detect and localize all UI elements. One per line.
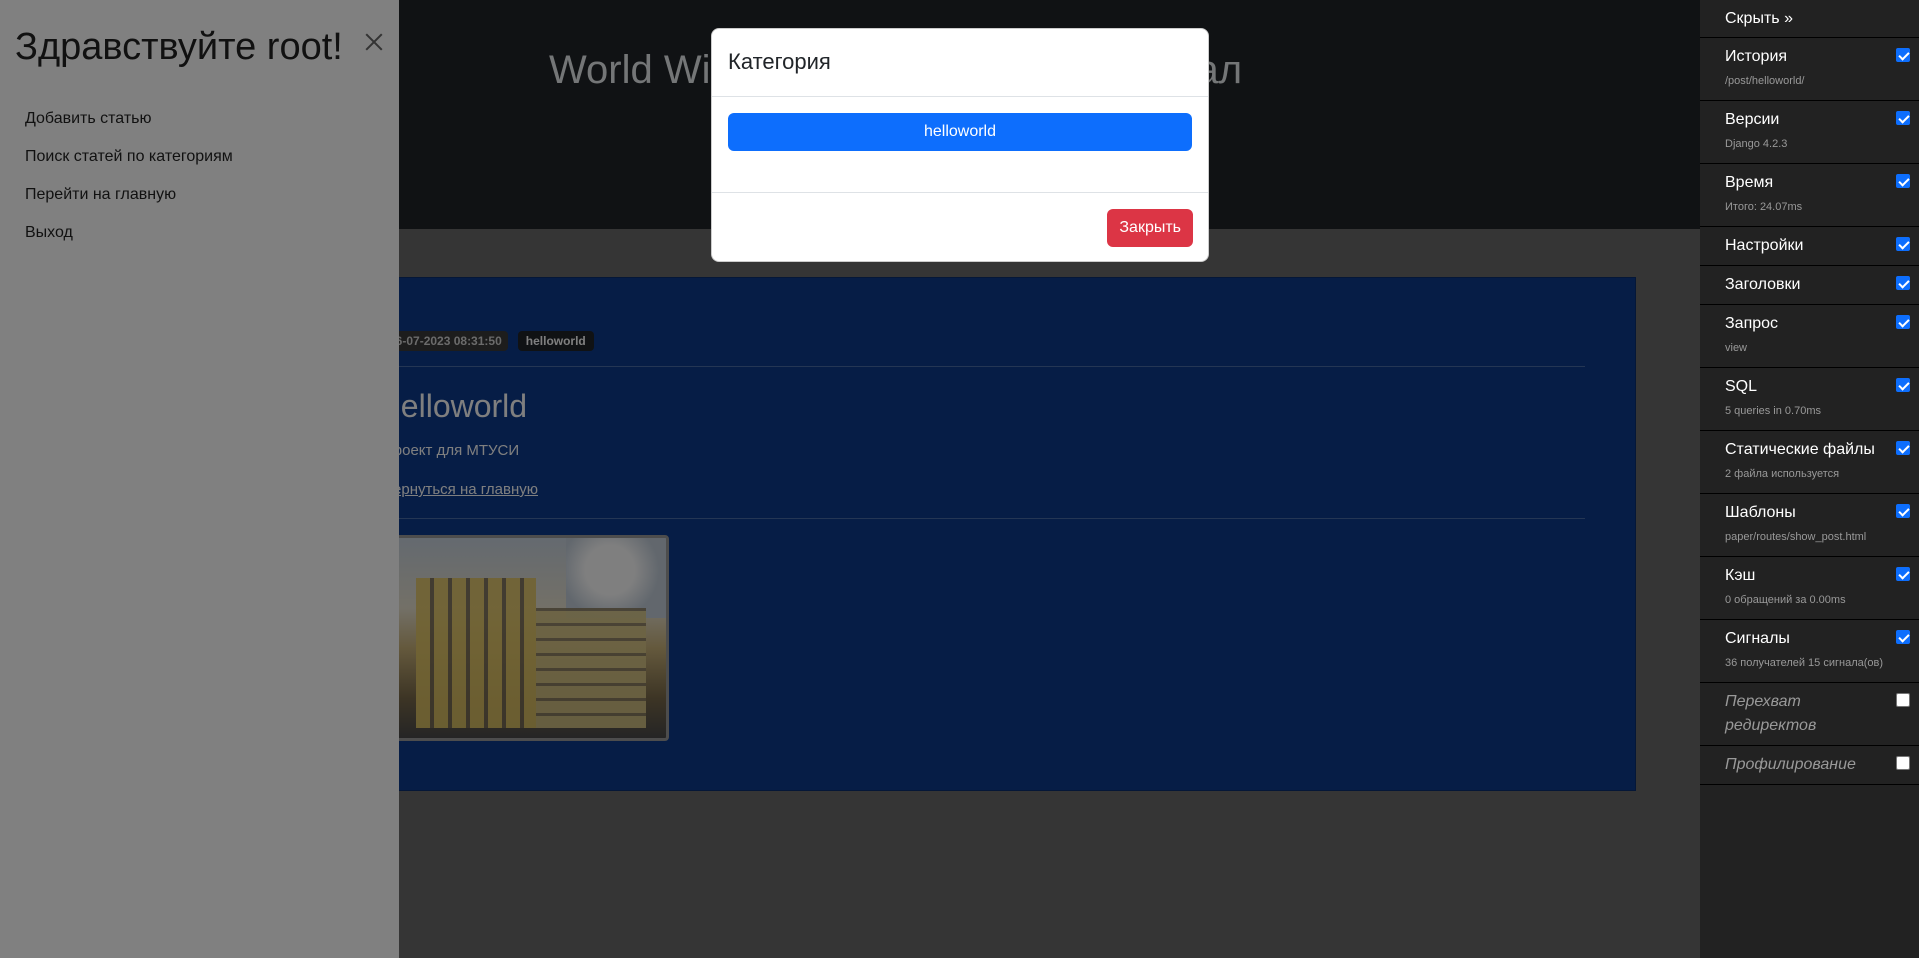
debug-panel-title: Запрос (1725, 315, 1779, 332)
offcanvas-title: Здравствуйте root! (15, 26, 343, 68)
debug-panel-item[interactable]: SQL 5 queries in 0.70ms (1700, 368, 1919, 431)
close-icon[interactable] (362, 30, 386, 54)
panel-toggle-checkbox[interactable] (1896, 567, 1910, 581)
debug-panel-title: Время (1725, 174, 1774, 191)
debug-panel-item[interactable]: Настройки (1700, 227, 1919, 266)
debug-panel-item[interactable]: Кэш 0 обращений за 0.00ms (1700, 557, 1919, 620)
debug-panel-subtitle: view (1725, 342, 1748, 354)
debug-panel-item[interactable]: Статические файлы 2 файла используется (1700, 431, 1919, 494)
debug-panel-item[interactable]: Запрос view (1700, 305, 1919, 368)
debug-panel-list: История/post/helloworld/Версии Django 4.2… (1700, 38, 1919, 785)
debug-panel-item[interactable]: Время Итого: 24.07ms (1700, 164, 1919, 227)
debug-panel-title: Профилирование (1725, 756, 1856, 773)
debug-panel-item[interactable]: Перехват редиректов (1700, 683, 1919, 746)
panel-toggle-checkbox[interactable] (1896, 504, 1910, 518)
modal-header: Категория (712, 29, 1208, 97)
debug-panel-subtitle: paper/routes/show_post.html (1725, 531, 1867, 543)
debug-panel-title: Статические файлы (1725, 441, 1875, 458)
debug-panel-item[interactable]: Профилирование (1700, 746, 1919, 785)
debug-panel-subtitle: 0 обращений за 0.00ms (1725, 594, 1846, 606)
debug-panel-subtitle: Итого: 24.07ms (1725, 201, 1803, 213)
nav-search-by-category[interactable]: Поиск статей по категориям (25, 145, 233, 183)
panel-toggle-checkbox[interactable] (1896, 111, 1910, 125)
debug-panel-item[interactable]: Сигналы 36 получателей 15 сигнала(ов) (1700, 620, 1919, 683)
debug-panel-subtitle: /post/helloworld/ (1725, 75, 1805, 87)
debug-panel-subtitle: 2 файла используется (1725, 468, 1840, 480)
panel-toggle-checkbox[interactable] (1896, 237, 1910, 251)
debug-panel-title: Версии (1725, 111, 1780, 128)
panel-toggle-checkbox[interactable] (1896, 315, 1910, 329)
debug-panel-item[interactable]: История/post/helloworld/ (1700, 38, 1919, 101)
debug-toolbar: Скрыть » История/post/helloworld/Версии D… (1700, 0, 1919, 958)
debug-panel-item[interactable]: Шаблоны paper/routes/show_post.html (1700, 494, 1919, 557)
debug-panel-title: Настройки (1725, 237, 1804, 254)
offcanvas-menu: Здравствуйте root! Добавить статью Поиск… (0, 0, 399, 958)
panel-toggle-checkbox[interactable] (1896, 630, 1910, 644)
debug-panel-title: Кэш (1725, 567, 1756, 584)
debug-panel-title: Заголовки (1725, 276, 1801, 293)
panel-toggle-checkbox[interactable] (1896, 174, 1910, 188)
debug-panel-title: Сигналы (1725, 630, 1790, 647)
category-modal: Категория helloworld Закрыть (711, 28, 1209, 262)
debug-panel-item[interactable]: Версии Django 4.2.3 (1700, 101, 1919, 164)
debug-panel-title: Шаблоны (1725, 504, 1796, 521)
panel-toggle-checkbox[interactable] (1896, 693, 1910, 707)
debug-panel-title: SQL (1725, 378, 1758, 395)
debug-panel-subtitle: 5 queries in 0.70ms (1725, 405, 1821, 417)
close-button[interactable]: Закрыть (1107, 209, 1193, 247)
nav-logout[interactable]: Выход (25, 221, 233, 259)
offcanvas-nav: Добавить статью Поиск статей по категори… (25, 107, 233, 259)
category-button[interactable]: helloworld (728, 113, 1192, 151)
panel-toggle-checkbox[interactable] (1896, 441, 1910, 455)
nav-go-home[interactable]: Перейти на главную (25, 183, 233, 221)
panel-toggle-checkbox[interactable] (1896, 756, 1910, 770)
panel-toggle-checkbox[interactable] (1896, 48, 1910, 62)
panel-toggle-checkbox[interactable] (1896, 378, 1910, 392)
panel-toggle-checkbox[interactable] (1896, 276, 1910, 290)
nav-add-article[interactable]: Добавить статью (25, 107, 233, 145)
debug-panel-title: Перехват редиректов (1725, 693, 1817, 734)
debug-panel-title: История (1725, 48, 1788, 65)
hide-toolbar-link[interactable]: Скрыть » (1700, 0, 1919, 38)
debug-panel-subtitle: 36 получателей 15 сигнала(ов) (1725, 657, 1884, 669)
debug-panel-subtitle: Django 4.2.3 (1725, 138, 1788, 150)
modal-footer: Закрыть (712, 193, 1208, 261)
modal-title: Категория (728, 49, 831, 74)
modal-body: helloworld (712, 97, 1208, 193)
debug-panel-item[interactable]: Заголовки (1700, 266, 1919, 305)
